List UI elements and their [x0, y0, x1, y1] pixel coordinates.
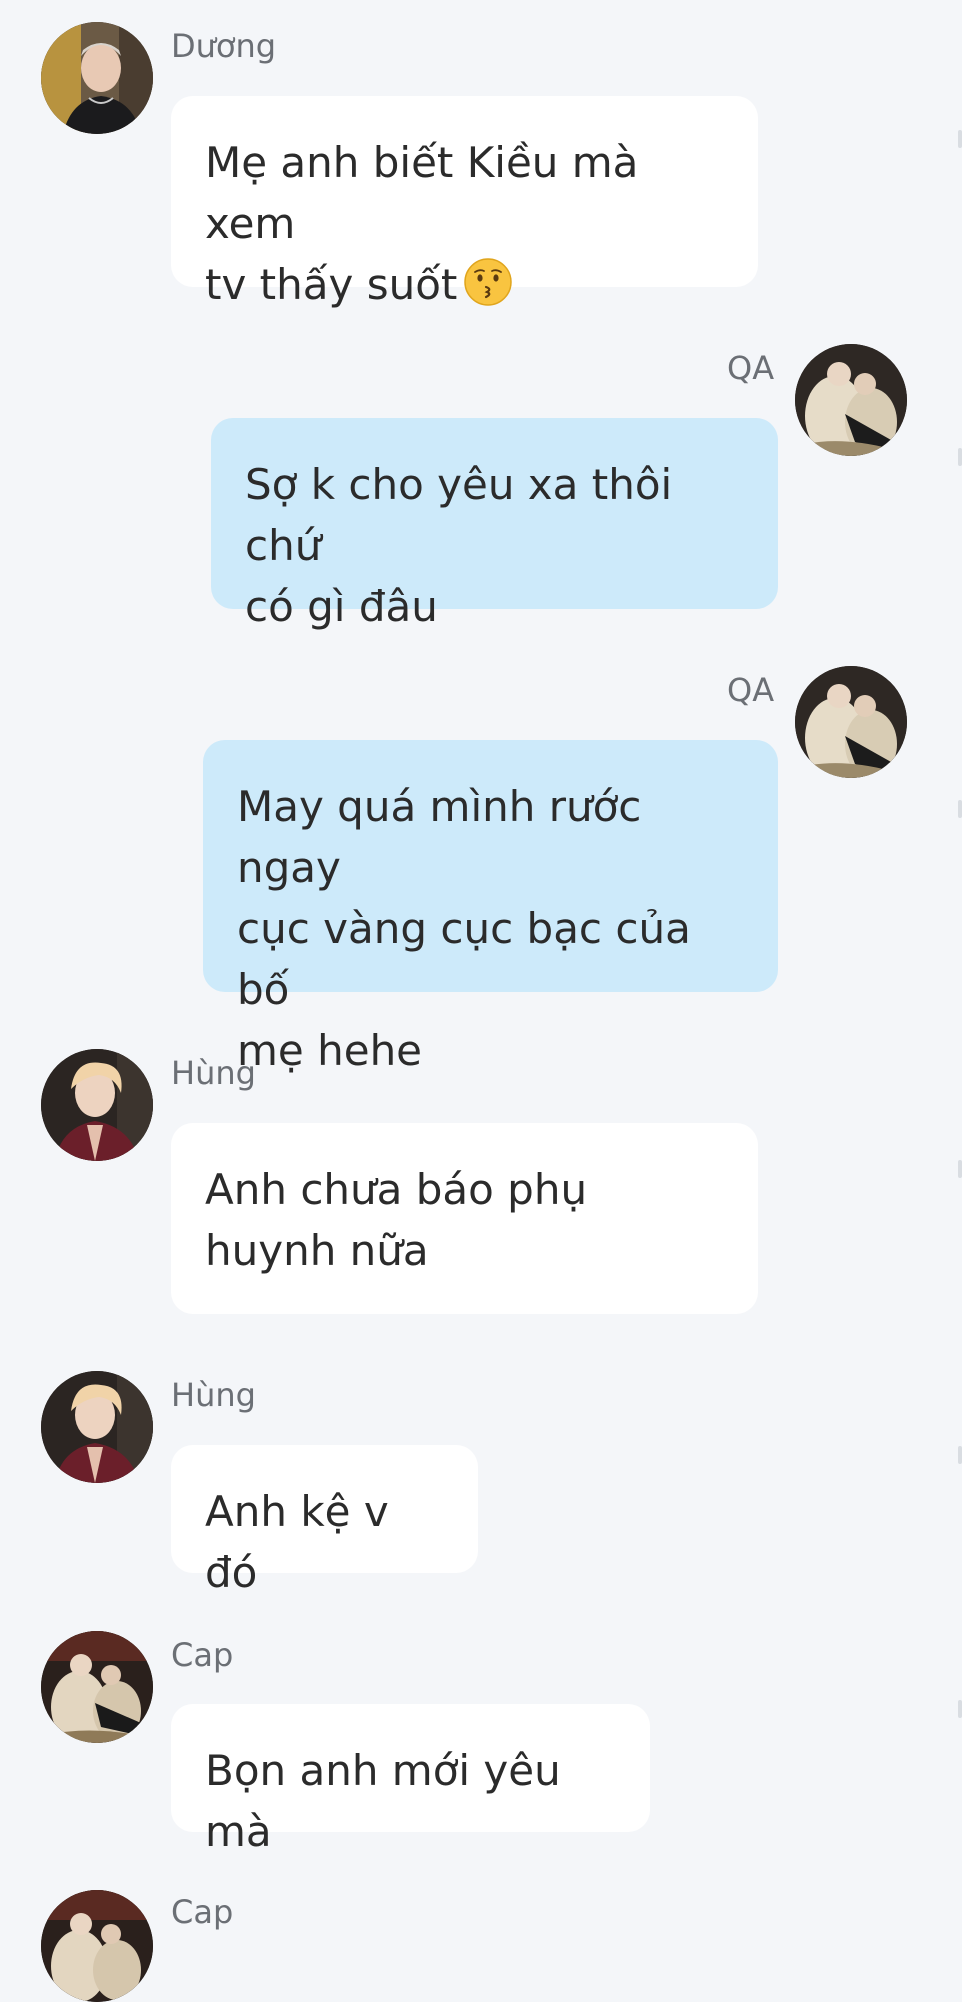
message-text-line: Sợ k cho yêu xa thôi chứ: [245, 460, 673, 570]
avatar-hung-image: [41, 1049, 153, 1161]
avatar[interactable]: [41, 1631, 153, 1743]
message-text-line: Anh kệ v đó: [205, 1487, 389, 1597]
sender-name: Cap: [171, 1636, 234, 1674]
message-bubble[interactable]: Bọn anh mới yêu mà: [171, 1704, 650, 1856]
edge-marker: [958, 1700, 962, 1718]
avatar-cap-image: [41, 1890, 153, 2002]
message-text-line: mẹ hehe: [237, 1026, 423, 1075]
avatar[interactable]: [41, 1890, 153, 2002]
chat-message-list[interactable]: Dương Mẹ anh biết Kiều mà xem tv thấy su…: [0, 0, 962, 2002]
avatar-cap-image: [41, 1631, 153, 1743]
message-text-line: có gì đâu: [245, 582, 438, 631]
message-bubble[interactable]: Anh chưa báo phụ huynh nữa: [171, 1123, 758, 1314]
edge-marker: [958, 1160, 962, 1178]
sender-name: QA: [727, 349, 775, 387]
kissing-face-icon: [464, 258, 513, 306]
sender-name: Hùng: [171, 1054, 256, 1092]
message-text-line: Bọn anh mới yêu mà: [205, 1746, 561, 1856]
message-bubble[interactable]: May quá mình rước ngay cục vàng cục bạc …: [203, 740, 778, 1075]
sender-name: Dương: [171, 27, 277, 65]
avatar-hung-image: [41, 1371, 153, 1483]
avatar-qa-image: [795, 666, 907, 778]
message-text-line: Anh chưa báo phụ: [205, 1165, 588, 1214]
edge-marker: [958, 1446, 962, 1464]
avatar-qa-image: [795, 344, 907, 456]
avatar[interactable]: [41, 1049, 153, 1161]
sender-name: Cap: [171, 1893, 234, 1931]
edge-marker: [958, 800, 962, 818]
avatar[interactable]: [795, 666, 907, 778]
edge-marker: [958, 130, 962, 148]
message-bubble[interactable]: Sợ k cho yêu xa thôi chứ có gì đâu: [211, 418, 778, 631]
avatar[interactable]: [41, 1371, 153, 1483]
avatar-duong-image: [41, 22, 153, 134]
sender-name: QA: [727, 671, 775, 709]
message-text-line: Mẹ anh biết Kiều mà xem: [205, 138, 639, 248]
message-text-line: May quá mình rước ngay: [237, 782, 642, 892]
message-bubble[interactable]: Anh kệ v đó: [171, 1445, 478, 1597]
avatar[interactable]: [795, 344, 907, 456]
message-text-line: cục vàng cục bạc của bố: [237, 904, 691, 1014]
edge-marker: [958, 448, 962, 466]
message-bubble[interactable]: Mẹ anh biết Kiều mà xem tv thấy suốt: [171, 96, 758, 309]
avatar[interactable]: [41, 22, 153, 134]
sender-name: Hùng: [171, 1376, 256, 1414]
message-text-line: huynh nữa: [205, 1226, 429, 1275]
message-text-line: tv thấy suốt: [205, 260, 458, 309]
